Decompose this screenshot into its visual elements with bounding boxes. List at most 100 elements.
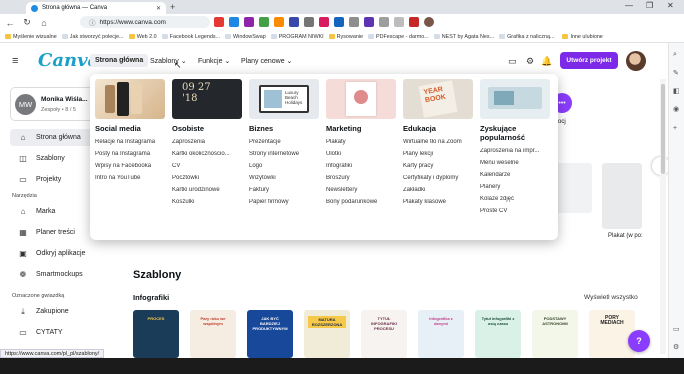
settings-gear-icon[interactable]: ⚙ [526,56,534,67]
template-thumbnail[interactable]: JAK BYĆ BARDZIEJ PRODUKTYWNYM [247,310,293,358]
dropdown-link[interactable]: Logo [249,163,321,169]
extension-icon[interactable] [214,17,224,27]
create-design-button[interactable]: Utwórz projekt [560,52,618,69]
dropdown-link[interactable]: Newslettery [326,187,398,193]
dropdown-link[interactable]: Relacje na Instagrama [95,139,167,145]
dropdown-link[interactable]: Wpisy na Facebooka [95,163,167,169]
bookmark-item[interactable]: NEST by Agata Nes... [433,34,494,40]
template-thumbnail[interactable]: Infografika z danymi [418,310,464,358]
tools-icon[interactable]: ✎ [673,69,679,77]
template-thumbnail[interactable]: Pary roku we wspólnym [190,310,236,358]
sidebar-item-smartmockups[interactable]: ❁ Smartmockups [10,266,118,283]
template-thumbnail[interactable]: PORY MEDIACH [589,310,635,358]
extension-icon[interactable] [274,17,284,27]
education-image[interactable]: YEAR BOOK [403,79,473,119]
dropdown-link[interactable]: Zaproszenia [172,139,244,145]
sidebar-item-apps[interactable]: ▣ Odkryj aplikacje [10,245,118,262]
dropdown-link[interactable]: Strony internetowe [249,151,321,157]
close-tab-icon[interactable]: ✕ [156,5,161,12]
extension-icon[interactable] [289,17,299,27]
column-title[interactable]: Social media [95,124,167,133]
column-title[interactable]: Osobiste [172,124,244,133]
new-tab-button[interactable]: + [170,2,175,12]
bookmark-item[interactable]: Myślenie wizualne [5,34,57,40]
browser-tab[interactable]: Strona główna — Canva ✕ [26,2,166,14]
template-thumbnail[interactable]: Tytuł infografiki z osią czasu [475,310,521,358]
scrollbar-thumb[interactable] [661,84,665,174]
address-bar[interactable]: ⓘ https://www.canva.com [80,16,210,28]
bookmark-item[interactable]: Jak stworzyć polecje... [61,34,124,40]
template-preview[interactable] [602,163,642,229]
notification-bell-icon[interactable]: 🔔 [541,56,552,67]
see-all-link[interactable]: Wyświetl wszystko [584,294,638,301]
sidebar-item-cytaty[interactable]: ▭ CYTATY [10,324,118,341]
dropdown-link[interactable]: Infografiki [326,163,398,169]
business-image[interactable]: Luxury Beach Holidays [249,79,319,119]
dropdown-link[interactable]: Wizytówki [249,175,321,181]
close-window-button[interactable]: ✕ [667,1,674,10]
dropdown-link[interactable]: Certyfikaty i dyplomy [403,175,475,181]
extension-icon[interactable] [319,17,329,27]
dropdown-link[interactable]: Pocztówki [172,175,244,181]
template-thumbnail[interactable]: PODSTAWY ASTRONOMII [532,310,578,358]
personal-image[interactable]: 09 27 '18 [172,79,242,119]
dropdown-link[interactable]: Broszury [326,175,398,181]
back-icon[interactable]: ← [3,18,17,28]
extension-icon[interactable] [409,17,419,27]
nav-templates[interactable]: Szablony ⌄ [145,54,192,68]
dropdown-link[interactable]: Kolaże zdjęć [480,196,552,202]
dropdown-link[interactable]: Menu weselne [480,160,552,166]
dropdown-link[interactable]: Intro na YouTube [95,175,167,181]
dropdown-link[interactable]: Kalendarze [480,172,552,178]
dropdown-link[interactable]: Faktury [249,187,321,193]
extension-icon[interactable] [259,17,269,27]
dropdown-link[interactable]: Papier firmowy [249,199,321,205]
bookmark-item[interactable]: Facebook Legends... [161,34,220,40]
dropdown-link[interactable]: Karty pracy [403,163,475,169]
extension-icon[interactable] [244,17,254,27]
dropdown-link[interactable]: CV [172,163,244,169]
browser-profile-icon[interactable] [424,17,434,27]
monitor-icon[interactable]: ▭ [508,56,517,67]
social-media-image[interactable] [95,79,165,119]
template-thumbnail[interactable]: PROCES [133,310,179,358]
nav-home[interactable]: Strona główna [90,54,149,67]
settings-gear-icon[interactable]: ⚙ [673,343,679,351]
dropdown-link[interactable]: Plakaty klasowe [403,199,475,205]
dropdown-link[interactable]: Plakaty [326,139,398,145]
nav-pricing[interactable]: Plany cenowe ⌄ [236,54,297,68]
bookmark-item[interactable]: WindowSwap [225,34,266,40]
bookmark-item[interactable]: Inne ulubione [562,34,603,40]
search-icon[interactable]: ⌕ [673,51,677,59]
dropdown-link[interactable]: Kartki urodzinowe [172,187,244,193]
extension-icon[interactable] [379,17,389,27]
bookmark-item[interactable]: Web 2.0 [128,34,157,40]
column-title[interactable]: Biznes [249,124,321,133]
extension-icon[interactable] [394,17,404,27]
extension-icon[interactable] [364,17,374,27]
marketing-image[interactable] [326,79,396,119]
reload-icon[interactable]: ↻ [20,17,34,28]
sidebar-item-purchased[interactable]: ⤓ Zakupione [10,303,118,320]
dropdown-link[interactable]: Plany lekcji [403,151,475,157]
minimize-button[interactable]: — [625,1,633,10]
nav-features[interactable]: Funkcje ⌄ [193,54,235,68]
add-icon[interactable]: + [673,125,677,132]
dropdown-link[interactable]: Ulotki [326,151,398,157]
sidebar-toggle-icon[interactable]: ▭ [673,325,680,333]
dropdown-link[interactable]: Zakładki [403,187,475,193]
site-info-icon[interactable]: ⓘ [89,17,96,27]
dropdown-link[interactable]: Wirtualne tło na Zoom [403,139,475,145]
bookmark-item[interactable]: Grafika z naliczną... [499,34,554,40]
template-thumbnail[interactable]: TYTUŁ INFOGRAFIKI PROCESU [361,310,407,358]
bookmark-item[interactable]: PDFescape - darmo... [368,34,429,40]
dropdown-link[interactable]: Posty na Instagrama [95,151,167,157]
dropdown-link[interactable]: Koszulki [172,199,244,205]
extension-icon[interactable] [334,17,344,27]
extension-icon[interactable] [349,17,359,27]
help-button[interactable]: ? [628,330,650,352]
column-title[interactable]: Zyskujące popularność [480,124,552,142]
home-icon[interactable]: ⌂ [37,18,51,28]
column-title[interactable]: Edukacja [403,124,475,133]
user-avatar[interactable] [626,51,646,71]
